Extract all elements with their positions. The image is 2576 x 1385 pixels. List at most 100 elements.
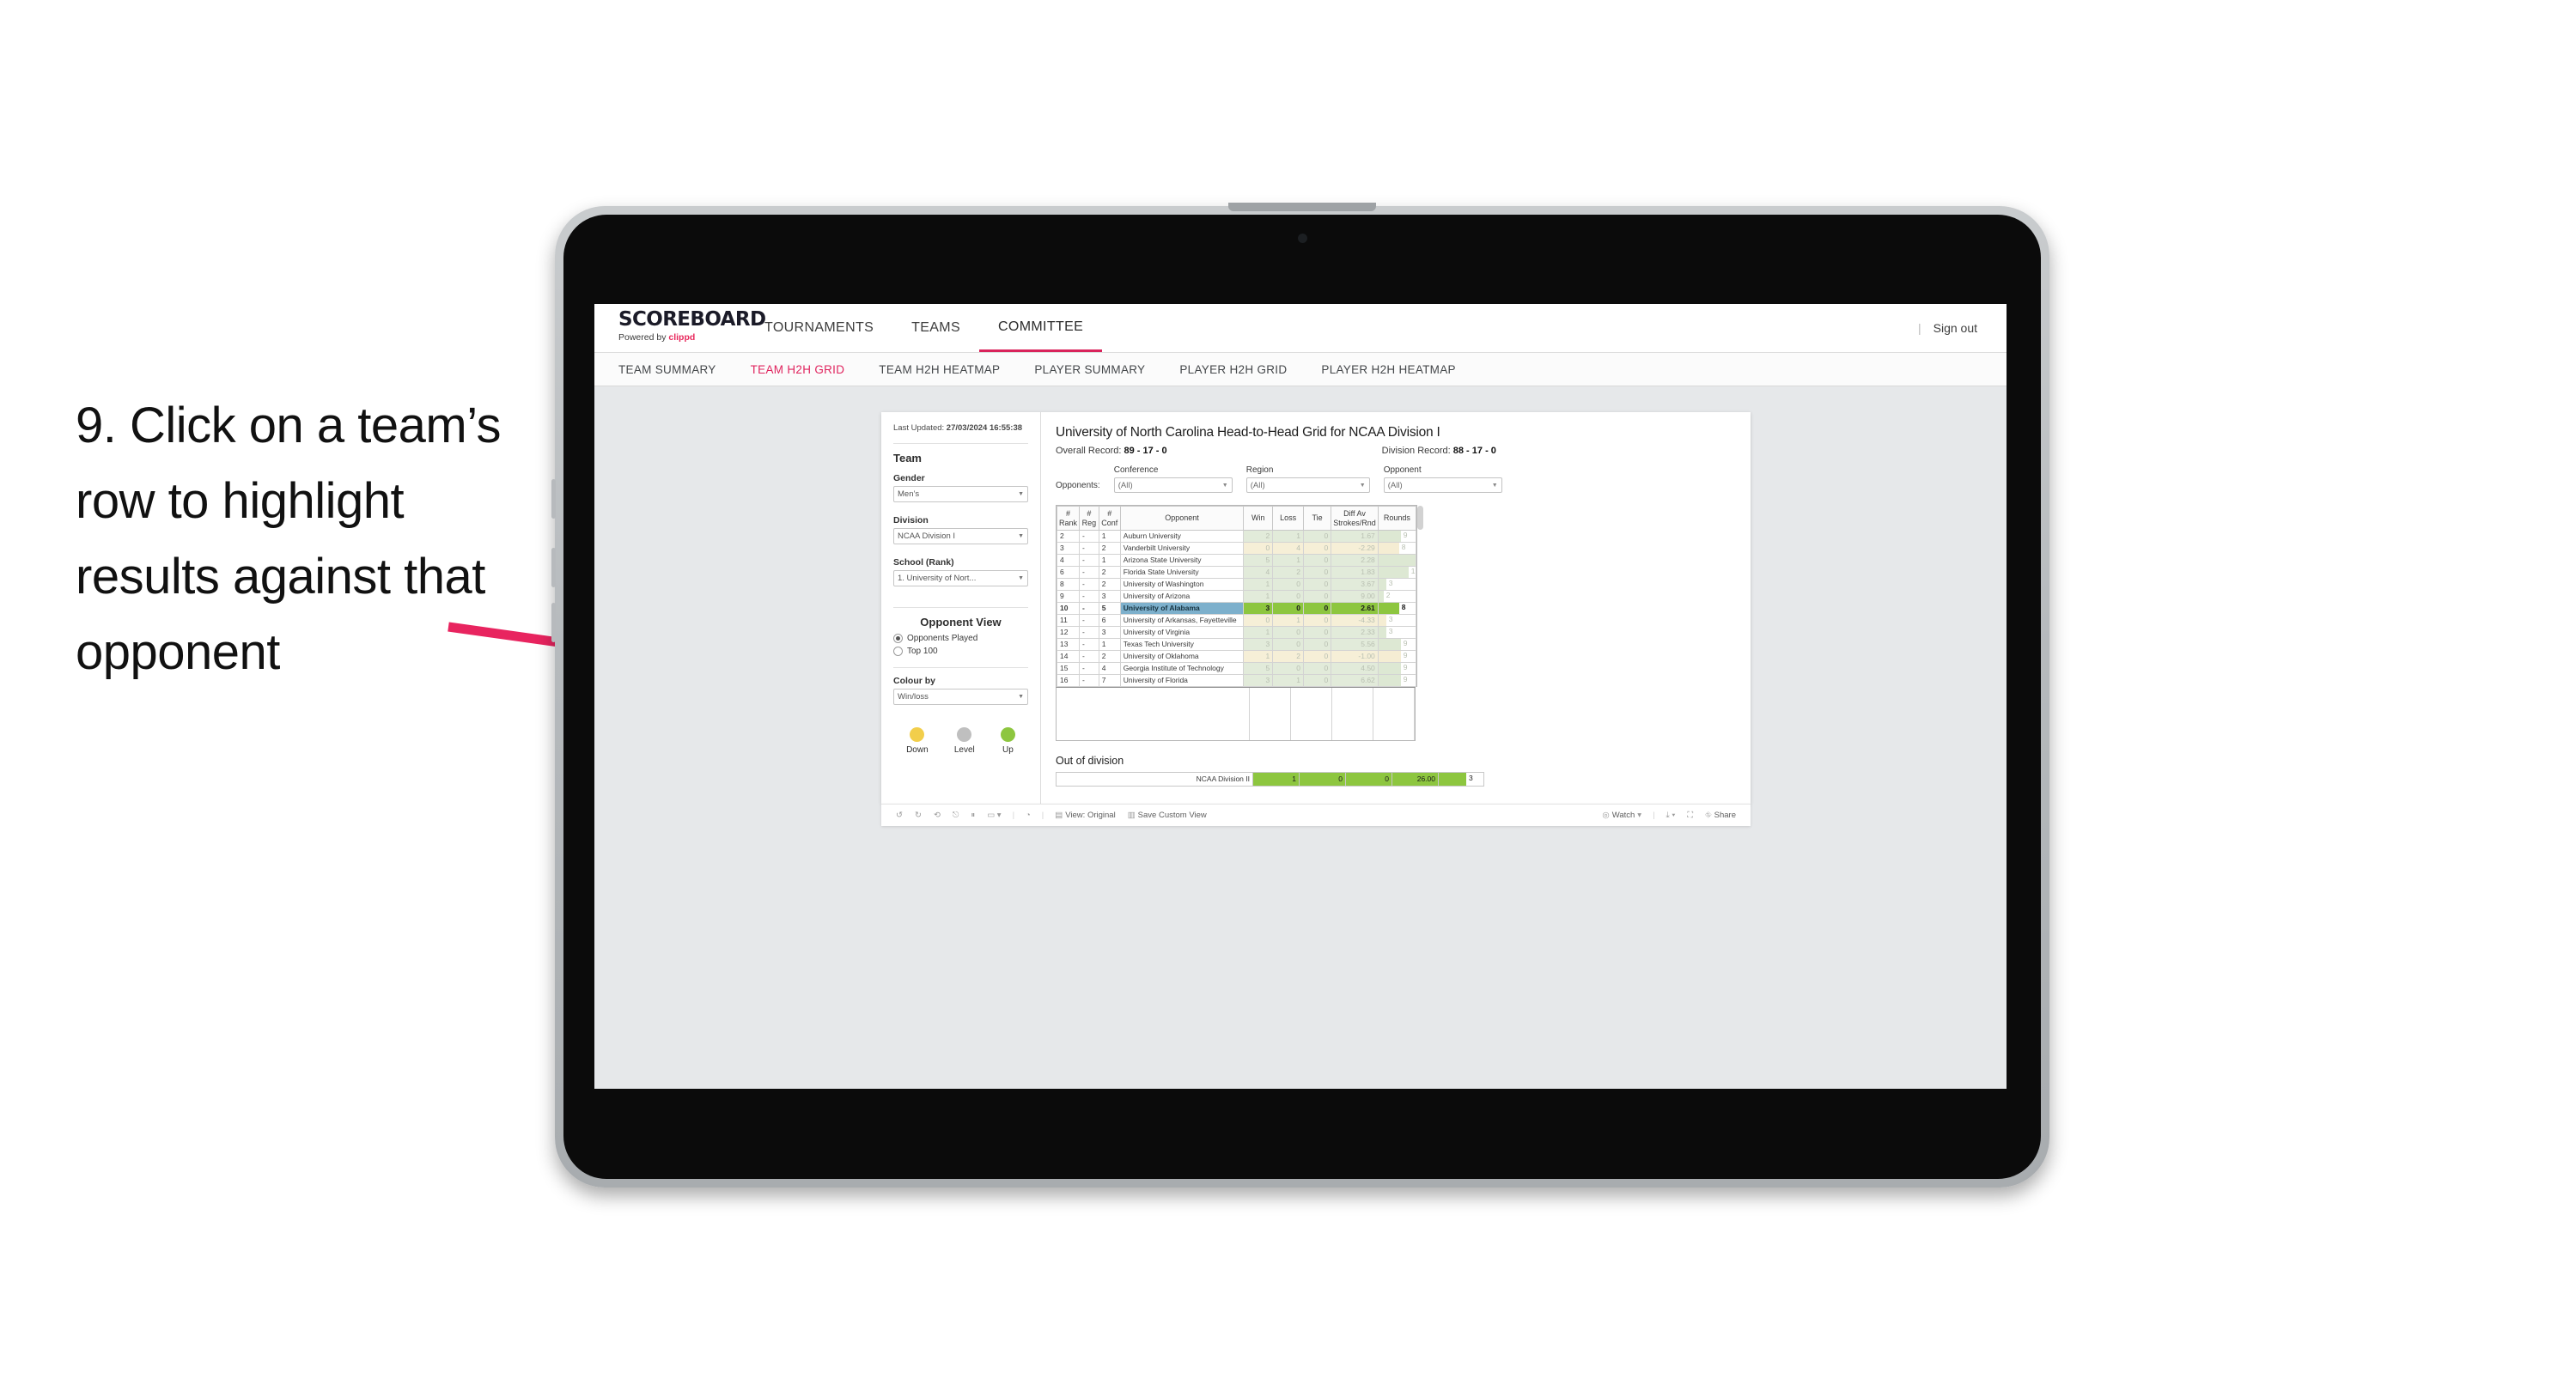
table-row[interactable]: 15-4 Georgia Institute of Technology 5 0 0 4.… xyxy=(1056,662,1417,676)
top-navigation-bar: SCOREBOARD Powered by clippd TOURNAMENTS… xyxy=(594,304,2007,353)
save-custom-view-label: Save Custom View xyxy=(1137,811,1207,820)
refresh-data-icon[interactable]: ⎋ xyxy=(953,811,959,820)
chevron-down-icon: ▼ xyxy=(1018,693,1024,700)
table-row[interactable]: 16-7 University of Florida 3 1 0 6.62 9 xyxy=(1056,674,1417,688)
table-row[interactable]: 9-3 University of Arizona 1 0 0 9.00 2 xyxy=(1056,590,1417,604)
tab-team-summary[interactable]: TEAM SUMMARY xyxy=(618,363,716,376)
footer-cell-win xyxy=(1250,688,1291,741)
cell-rank: 3 xyxy=(1056,542,1081,556)
h2h-grid-table[interactable]: # Rank # Reg # Conf Opponent Win Loss Tie D… xyxy=(1056,505,1417,688)
radio-top-100[interactable]: Top 100 xyxy=(893,646,1028,656)
table-row[interactable]: 10-5 University of Alabama 3 0 0 2.61 8 xyxy=(1056,602,1417,616)
revert-icon[interactable]: ⟲ xyxy=(934,811,941,820)
cell-conf: 2 xyxy=(1098,566,1121,580)
fullscreen-button[interactable]: ⛶ xyxy=(1687,811,1693,820)
rounds-label: 2 xyxy=(1385,591,1391,600)
cell-rounds: 9 xyxy=(1377,674,1417,688)
nav-item-teams[interactable]: TEAMS xyxy=(892,304,979,352)
table-row[interactable]: 2-1 Auburn University 2 1 0 1.67 9 xyxy=(1056,530,1417,544)
colour-by-label: Colour by xyxy=(893,675,935,686)
cell-opponent: Florida State University xyxy=(1119,566,1245,580)
rounds-label: 9 xyxy=(1403,639,1408,648)
colour-by-select-value: Win/loss xyxy=(898,691,929,702)
table-row[interactable]: 12-3 University of Virginia 1 0 0 2.33 3 xyxy=(1056,626,1417,640)
share-button[interactable]: ⛗ Share xyxy=(1705,811,1736,820)
cell-opponent: University of Arkansas, Fayetteville xyxy=(1119,614,1245,628)
clock-icon[interactable]: ◔ xyxy=(1026,811,1031,820)
cell-reg: - xyxy=(1079,566,1099,580)
cell-win: 5 xyxy=(1243,554,1274,568)
filters-label: Opponents: xyxy=(1056,481,1100,490)
nav-item-committee[interactable]: COMMITTEE xyxy=(979,304,1103,352)
cell-diff: 1.83 xyxy=(1331,566,1379,580)
col-rank: # Rank xyxy=(1056,505,1081,532)
share-label: Share xyxy=(1714,811,1736,820)
download-button[interactable]: ⤓ ▾ xyxy=(1666,811,1676,820)
cell-opponent: University of Oklahoma xyxy=(1119,650,1245,664)
save-custom-view-button[interactable]: ▥ Save Custom View xyxy=(1128,811,1207,820)
sidebar-divider-2 xyxy=(893,606,1028,608)
alerts-icon[interactable]: ▭ ▾ xyxy=(987,811,1001,820)
rounds-label: 3 xyxy=(1388,615,1393,624)
signout-link[interactable]: Sign out xyxy=(1934,321,1977,335)
footer-cell-loss xyxy=(1291,688,1332,741)
cell-reg: - xyxy=(1079,590,1099,604)
filter-region-title: Region xyxy=(1245,465,1274,475)
rounds-bar xyxy=(1379,627,1386,638)
redo-icon[interactable]: ↻ xyxy=(915,811,922,820)
cell-rounds: 3 xyxy=(1377,626,1417,640)
cell-win: 1 xyxy=(1243,590,1274,604)
nav-item-tournaments[interactable]: TOURNAMENTS xyxy=(746,304,892,352)
col-tie: Tie xyxy=(1302,505,1332,532)
col-reg: # Reg xyxy=(1079,505,1099,532)
cell-tie: 0 xyxy=(1302,602,1332,616)
rounds-label: 9 xyxy=(1403,651,1408,660)
tab-team-h2h-heatmap[interactable]: TEAM H2H HEATMAP xyxy=(879,363,1000,376)
cell-rank: 9 xyxy=(1056,590,1081,604)
table-row[interactable]: 13-1 Texas Tech University 3 0 0 5.56 9 xyxy=(1056,638,1417,652)
out-of-division-table[interactable]: NCAA Division II 1 0 0 26.00 3 xyxy=(1056,772,1484,787)
cell-conf: 7 xyxy=(1098,674,1121,688)
table-row[interactable]: 6-2Florida State University4201.8312 xyxy=(1056,566,1417,580)
cell-rank: 10 xyxy=(1056,602,1081,616)
table-vertical-scrollbar[interactable] xyxy=(1417,506,1423,530)
scoreboard-logo[interactable]: SCOREBOARD Powered by clippd xyxy=(594,304,766,352)
chevron-down-icon: ▾ xyxy=(1637,811,1642,820)
chevron-down-icon: ▼ xyxy=(1018,574,1024,581)
table-row[interactable]: 4-1Arizona State University5102.2817 xyxy=(1056,554,1417,568)
tab-player-h2h-heatmap[interactable]: PLAYER H2H HEATMAP xyxy=(1321,363,1455,376)
table-row[interactable]: 3-2 Vanderbilt University 0 4 0 -2.29 8 xyxy=(1056,542,1417,556)
tab-player-summary[interactable]: PLAYER SUMMARY xyxy=(1034,363,1145,376)
cell-rank: 11 xyxy=(1056,614,1081,628)
filter-opponent-select[interactable]: (All) ▼ xyxy=(1383,477,1502,493)
filter-conference: Conference (All) ▼ xyxy=(1113,465,1233,493)
cell-opponent: Georgia Institute of Technology xyxy=(1119,662,1245,676)
tab-player-h2h-grid[interactable]: PLAYER H2H GRID xyxy=(1179,363,1287,376)
cell-loss: 0 xyxy=(1272,626,1304,640)
cell-rounds: 9 xyxy=(1377,530,1417,544)
school-select[interactable]: 1. University of Nort... ▼ xyxy=(893,569,1028,586)
radio-opponents-played[interactable]: Opponents Played xyxy=(893,633,1028,643)
view-original-button[interactable]: ▤ View: Original xyxy=(1055,811,1115,820)
legend-label-level: Level xyxy=(953,744,975,755)
filter-conference-select[interactable]: (All) ▼ xyxy=(1113,477,1233,493)
undo-icon[interactable]: ↺ xyxy=(896,811,903,820)
sidebar-heading-team: Team xyxy=(893,451,922,465)
gender-select[interactable]: Men’s ▼ xyxy=(893,485,1028,502)
table-row[interactable]: 11-6 University of Arkansas, Fayetteville… xyxy=(1056,614,1417,628)
out-of-division-row[interactable]: NCAA Division II 1 0 0 26.00 3 xyxy=(1056,772,1484,787)
filter-region-select[interactable]: (All) ▼ xyxy=(1245,477,1370,493)
cell-tie: 0 xyxy=(1302,566,1332,580)
table-row[interactable]: 14-2 University of Oklahoma 1 2 0 -1.00 9 xyxy=(1056,650,1417,664)
cell-loss: 4 xyxy=(1272,542,1304,556)
colour-by-select[interactable]: Win/loss ▼ xyxy=(893,688,1028,705)
division-select[interactable]: NCAA Division I ▼ xyxy=(893,527,1028,544)
pause-updates-icon[interactable]: ⏸ xyxy=(971,811,975,820)
tab-team-h2h-grid[interactable]: TEAM H2H GRID xyxy=(751,363,845,376)
cell-diff: -2.29 xyxy=(1331,542,1379,556)
watch-button[interactable]: ◎ Watch ▾ xyxy=(1602,811,1641,820)
radio-unselected-icon xyxy=(893,646,903,656)
watch-label: Watch xyxy=(1611,811,1635,820)
table-row[interactable]: 8-2 University of Washington 1 0 0 3.67 3 xyxy=(1056,578,1417,592)
rounds-bar xyxy=(1379,615,1386,626)
